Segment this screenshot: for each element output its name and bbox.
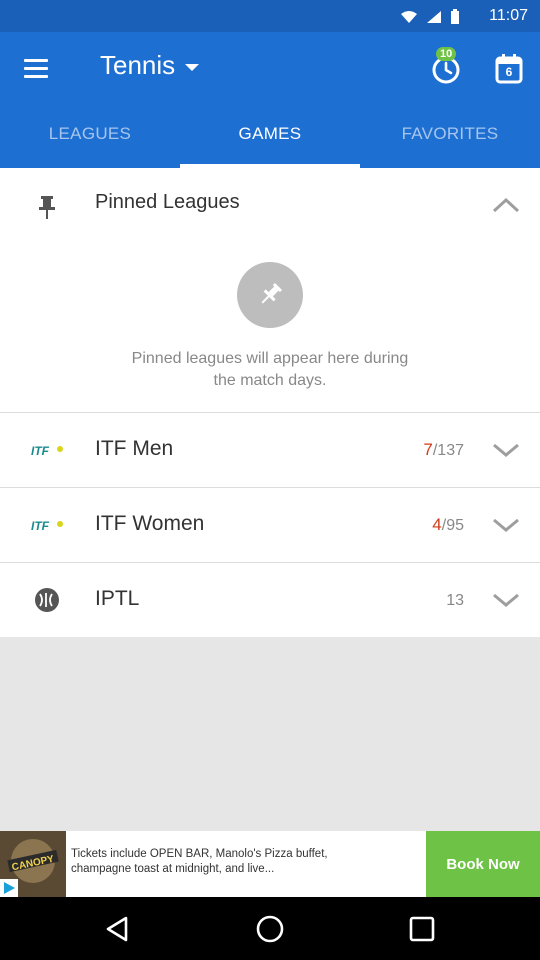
book-now-button[interactable]: Book Now [426, 831, 540, 897]
itf-logo-icon: ITF [31, 519, 63, 533]
status-bar: 11:07 [0, 0, 540, 32]
league-match-count: 7/137 [423, 440, 464, 460]
league-name: ITF Women [95, 512, 205, 535]
tab-favorites[interactable]: FAVORITES [360, 112, 540, 168]
league-row-itf-women[interactable]: ITF ITF Women 4/95 [0, 487, 540, 562]
chevron-down-icon[interactable] [490, 441, 522, 459]
page-title: Tennis [100, 50, 176, 80]
chevron-down-icon[interactable] [490, 591, 522, 609]
svg-text:ITF: ITF [31, 444, 50, 458]
tab-bar: LEAGUES GAMES FAVORITES [0, 112, 540, 168]
live-count: 7 [423, 440, 433, 459]
league-match-count: 4/95 [432, 515, 464, 535]
league-name: ITF Men [95, 437, 174, 460]
wifi-icon [401, 11, 417, 23]
svg-text:ITF: ITF [31, 519, 50, 533]
chevron-up-icon[interactable] [490, 196, 522, 214]
total-count: /95 [441, 517, 464, 534]
ad-choices-icon[interactable] [0, 879, 18, 897]
status-time: 11:07 [489, 7, 528, 24]
itf-logo-icon: ITF [31, 444, 63, 458]
tab-leagues[interactable]: LEAGUES [0, 112, 180, 168]
app-bar: Tennis 10 6 LEAGUES GAMES FAVORITES [0, 32, 540, 168]
pinned-empty-message: Pinned leagues will appear here during t… [131, 350, 409, 389]
league-row-iptl[interactable]: IPTL 13 [0, 562, 540, 637]
iptl-logo-icon [35, 588, 59, 612]
system-nav-bar [0, 897, 540, 960]
ad-banner[interactable]: CANOPY Tickets include OPEN BAR, Manolo'… [0, 831, 540, 897]
sport-selector[interactable]: Tennis [100, 50, 200, 81]
calendar-day: 6 [505, 65, 513, 79]
chevron-down-icon[interactable] [490, 516, 522, 534]
ad-text: Tickets include OPEN BAR, Manolo's Pizza… [71, 848, 328, 875]
league-row-itf-men[interactable]: ITF ITF Men 7/137 [0, 412, 540, 487]
live-count: 4 [432, 515, 442, 534]
menu-icon-line [24, 74, 48, 78]
pin-icon [39, 196, 55, 219]
menu-icon [24, 58, 48, 62]
league-name: IPTL [95, 587, 140, 610]
caret-down-icon [185, 64, 200, 71]
total-count: /137 [432, 442, 464, 459]
battery-icon [451, 9, 459, 24]
menu-button[interactable] [18, 54, 54, 82]
empty-pin-illustration [237, 262, 303, 328]
pinned-leagues-header[interactable]: Pinned Leagues [0, 168, 540, 240]
total-count: 13 [446, 592, 464, 609]
menu-icon-line [24, 66, 48, 70]
league-match-count: 13 [446, 590, 464, 610]
home-icon[interactable] [254, 913, 286, 945]
notification-badge: 10 [436, 47, 457, 61]
pin-icon [261, 282, 283, 304]
status-icons [400, 9, 460, 25]
calendar-button[interactable]: 6 [492, 52, 526, 88]
back-icon[interactable] [102, 913, 134, 945]
tab-games[interactable]: GAMES [180, 112, 360, 168]
pinned-leagues-title: Pinned Leagues [95, 191, 240, 213]
recents-icon[interactable] [406, 913, 438, 945]
signal-icon [427, 11, 441, 23]
league-list: Pinned Leagues Pinned leagues will appea… [0, 168, 540, 637]
